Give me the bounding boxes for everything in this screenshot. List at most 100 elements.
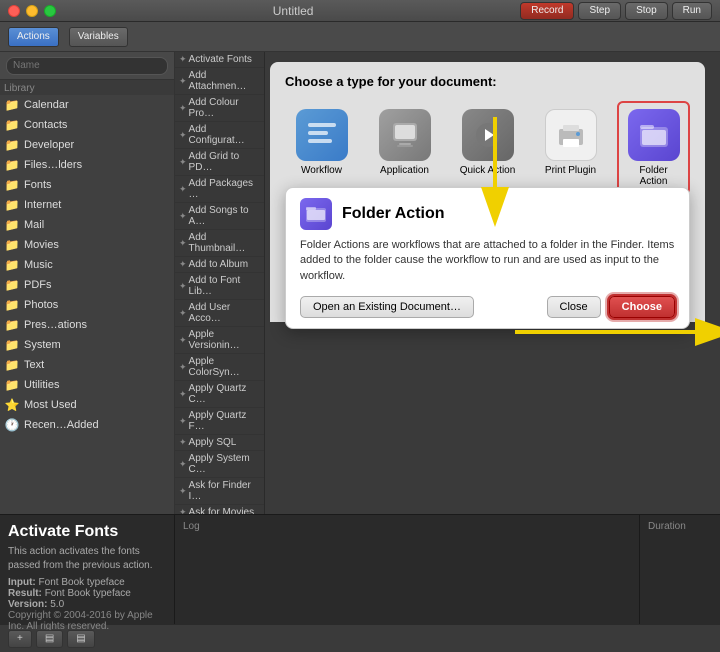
folder-icon: 📁 [4, 277, 20, 293]
sidebar-item-photos[interactable]: 📁 Photos [0, 295, 174, 315]
bottom-right: Log Duration [175, 515, 720, 624]
maximize-button[interactable] [44, 5, 56, 17]
action-item-addtofontlib[interactable]: ✦Add to Font Lib… [175, 273, 264, 300]
input-value: Font Book typeface [39, 577, 125, 588]
folder-icon: 📁 [4, 137, 20, 153]
close-button[interactable]: Close [547, 296, 601, 318]
bottom-btn-1[interactable]: + [8, 630, 32, 648]
action-item-adduseraccount[interactable]: ✦Add User Acco… [175, 300, 264, 327]
action-item-applecolorsync[interactable]: ✦Apple ColorSyn… [175, 354, 264, 381]
action-item-addconfig[interactable]: ✦Add Configurat… [175, 122, 264, 149]
sidebar-item-contacts[interactable]: 📁 Contacts [0, 115, 174, 135]
sidebar-item-recentlyadded[interactable]: 🕐 Recen…Added [0, 415, 174, 435]
workflow-icon [296, 109, 348, 161]
action-item-applyquartzc[interactable]: ✦Apply Quartz C… [175, 381, 264, 408]
sidebar-item-files[interactable]: 📁 Files…lders [0, 155, 174, 175]
sidebar-item-calendar[interactable]: 📁 Calendar [0, 95, 174, 115]
action-item-addpackages[interactable]: ✦Add Packages … [175, 176, 264, 203]
actions-tab[interactable]: Actions [8, 27, 59, 47]
sidebar-item-fonts[interactable]: 📁 Fonts [0, 175, 174, 195]
main-area: Library 📁 Calendar 📁 Contacts 📁 Develope… [0, 52, 720, 514]
action-item-askformovies[interactable]: ✦Ask for Movies [175, 505, 264, 514]
action-icon: ✦ [179, 103, 187, 114]
bottom-btn-2[interactable]: ▤ [36, 630, 63, 648]
workflow-item[interactable]: Workflow [285, 101, 358, 195]
action-item-addthumbnail[interactable]: ✦Add Thumbnail… [175, 230, 264, 257]
traffic-lights [8, 5, 56, 17]
folder-icon: 📁 [4, 297, 20, 313]
sidebar-item-developer[interactable]: 📁 Developer [0, 135, 174, 155]
sidebar-item-movies[interactable]: 📁 Movies [0, 235, 174, 255]
sidebar-item-text[interactable]: 📁 Text [0, 355, 174, 375]
sidebar-item-label: Developer [24, 139, 74, 151]
sidebar-item-label: Files…lders [24, 159, 82, 171]
log-title: Log [183, 521, 631, 532]
action-icon: ✦ [179, 335, 187, 346]
folder-icon: 📁 [4, 157, 20, 173]
result-label: Result: [8, 588, 42, 599]
action-icon: ✦ [179, 157, 187, 168]
action-icon: ✦ [179, 507, 187, 514]
info-popup-icon [300, 198, 332, 230]
action-icon: ✦ [179, 416, 187, 427]
bottom-left: Activate Fonts This action activates the… [0, 515, 175, 624]
sidebar-item-system[interactable]: 📁 System [0, 335, 174, 355]
action-item-addtoalbum[interactable]: ✦Add to Album [175, 257, 264, 273]
sidebar-item-utilities[interactable]: 📁 Utilities [0, 375, 174, 395]
sidebar-item-internet[interactable]: 📁 Internet [0, 195, 174, 215]
action-icon: ✦ [179, 459, 187, 470]
stop-button[interactable]: Stop [625, 2, 668, 20]
sidebar-list: Library 📁 Calendar 📁 Contacts 📁 Develope… [0, 80, 174, 514]
action-icon: ✦ [179, 281, 187, 292]
action-icon: ✦ [179, 259, 187, 270]
action-item-addattachment[interactable]: ✦Add Attachmen… [175, 68, 264, 95]
bottom-btn-3[interactable]: ▤ [67, 630, 94, 648]
folder-icon: 📁 [4, 217, 20, 233]
variables-tab[interactable]: Variables [69, 27, 128, 47]
step-button[interactable]: Step [578, 2, 621, 20]
action-icon: ✦ [179, 389, 187, 400]
minimize-button[interactable] [26, 5, 38, 17]
sub-toolbar: Actions Variables [0, 22, 720, 52]
application-label: Application [380, 165, 429, 176]
action-item-addgrid[interactable]: ✦Add Grid to PD… [175, 149, 264, 176]
choose-button[interactable]: Choose [609, 296, 675, 318]
action-item-addcolour[interactable]: ✦Add Colour Pro… [175, 95, 264, 122]
action-item-addsongs[interactable]: ✦Add Songs to A… [175, 203, 264, 230]
action-item-applysystem[interactable]: ✦Apply System C… [175, 451, 264, 478]
quickaction-item[interactable]: Quick Action [451, 101, 524, 195]
version-value: 5.0 [50, 599, 64, 610]
folder-icon: 📁 [4, 357, 20, 373]
folder-icon: 📁 [4, 257, 20, 273]
folder-icon: 📁 [4, 237, 20, 253]
search-input[interactable] [6, 57, 168, 75]
printplugin-label: Print Plugin [545, 165, 596, 176]
sidebar-item-mostused[interactable]: ⭐ Most Used [0, 395, 174, 415]
action-item-activatefonts[interactable]: ✦Activate Fonts [175, 52, 264, 68]
printplugin-item[interactable]: Print Plugin [534, 101, 607, 195]
sidebar-item-music[interactable]: 📁 Music [0, 255, 174, 275]
action-item-askforfinder[interactable]: ✦Ask for Finder I… [175, 478, 264, 505]
action-item-applysql[interactable]: ✦Apply SQL [175, 435, 264, 451]
action-item-applyquartzf[interactable]: ✦Apply Quartz F… [175, 408, 264, 435]
folder-icon: 📁 [4, 117, 20, 133]
sidebar-item-presentations[interactable]: 📁 Pres…ations [0, 315, 174, 335]
action-item-appleversionin[interactable]: ✦Apple Versionin… [175, 327, 264, 354]
application-item[interactable]: Application [368, 101, 441, 195]
sidebar-item-label: Movies [24, 239, 59, 251]
sidebar-item-pdfs[interactable]: 📁 PDFs [0, 275, 174, 295]
close-button[interactable] [8, 5, 20, 17]
quickaction-icon [462, 109, 514, 161]
left-top-bar [0, 52, 174, 80]
open-existing-button[interactable]: Open an Existing Document… [300, 296, 474, 318]
sidebar-item-label: Utilities [24, 379, 59, 391]
run-button[interactable]: Run [672, 2, 712, 20]
library-label: Library [0, 80, 174, 95]
folderaction-item[interactable]: Folder Action [617, 101, 690, 195]
chooser-title: Choose a type for your document: [285, 74, 690, 89]
application-icon [379, 109, 431, 161]
workflow-label: Workflow [301, 165, 342, 176]
copyright-value: Copyright © 2004-2016 by Apple Inc. All … [8, 610, 153, 632]
sidebar-item-mail[interactable]: 📁 Mail [0, 215, 174, 235]
record-button[interactable]: Record [520, 2, 574, 20]
